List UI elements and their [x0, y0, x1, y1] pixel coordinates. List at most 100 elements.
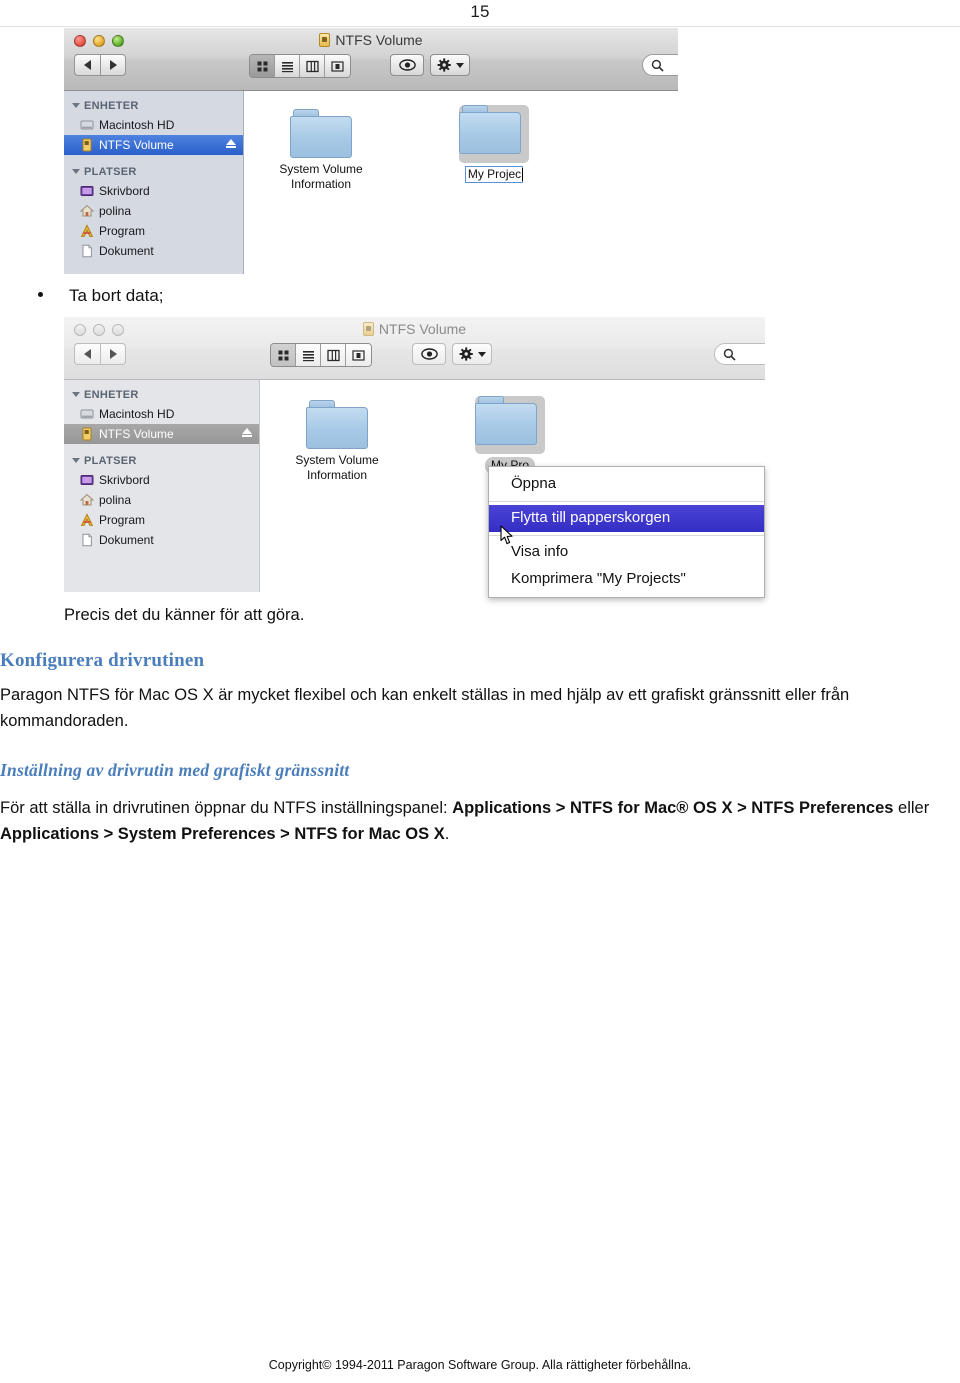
context-menu[interactable]: Öppna Flytta till papperskorgen Visa inf…: [488, 466, 765, 598]
chevron-down-icon: [477, 351, 486, 357]
bullet-text: Ta bort data;: [69, 286, 164, 305]
grid-icon: [257, 61, 267, 71]
rename-input[interactable]: My Projec: [464, 166, 524, 183]
disclosure-triangle-icon[interactable]: [72, 458, 80, 463]
heading-installning-av-drivrutin: Inställning av drivrutin med grafiskt gr…: [0, 760, 350, 780]
paragraph-line-1: Paragon NTFS för Mac OS X är mycket flex…: [0, 686, 850, 704]
finder-window-rename[interactable]: NTFS Volume ENHETER Macintosh HD NTFS Vo…: [64, 28, 678, 274]
context-menu-separator: [489, 501, 764, 502]
sidebar-group-enheter[interactable]: ENHETER: [64, 386, 259, 404]
file-item-my-projects[interactable]: My Projec: [439, 105, 549, 183]
sidebar-item-program[interactable]: Program: [64, 510, 259, 530]
forward-button[interactable]: [100, 54, 126, 76]
window-body: ENHETER Macintosh HD NTFS Volume PLATSER…: [64, 91, 678, 274]
view-mode-segmented-control[interactable]: [249, 54, 351, 78]
sidebar-item-label: Program: [99, 513, 146, 527]
documents-icon: [80, 533, 94, 547]
quicklook-button[interactable]: [390, 54, 424, 76]
window-titlebar[interactable]: NTFS Volume: [64, 317, 765, 380]
disclosure-triangle-icon[interactable]: [72, 169, 80, 174]
sidebar-item-polina[interactable]: polina: [64, 201, 243, 221]
context-menu-item-oppna[interactable]: Öppna: [489, 471, 764, 498]
sidebar[interactable]: ENHETER Macintosh HD NTFS Volume PLATSER…: [64, 380, 260, 592]
sidebar-item-polina[interactable]: polina: [64, 490, 259, 510]
folder-icon: [290, 109, 352, 159]
context-menu-separator: [489, 535, 764, 536]
paragraph-lead: För att ställa in drivrutinen öppnar du …: [0, 799, 448, 817]
grid-icon: [278, 350, 288, 360]
quicklook-button[interactable]: [412, 343, 446, 365]
sidebar-group-label: PLATSER: [84, 166, 137, 178]
sidebar-group-label: ENHETER: [84, 100, 139, 112]
context-menu-item-flytta-till-papperskorgen[interactable]: Flytta till papperskorgen: [489, 505, 764, 532]
sidebar-group-platser[interactable]: PLATSER: [64, 163, 243, 181]
coverflow-icon: [352, 349, 365, 361]
sidebar-item-skrivbord[interactable]: Skrivbord: [64, 181, 243, 201]
column-view-button[interactable]: [300, 55, 325, 77]
sidebar-group-platser[interactable]: PLATSER: [64, 452, 259, 470]
eject-icon[interactable]: [242, 428, 252, 437]
window-titlebar[interactable]: NTFS Volume: [64, 28, 678, 91]
bullet-item-ta-bort-data: Ta bort data;: [38, 286, 164, 306]
caption-precis-det: Precis det du känner för att göra.: [64, 602, 304, 628]
sidebar-item-label: Skrivbord: [99, 473, 150, 487]
page-number: 15: [470, 2, 490, 21]
file-grid[interactable]: System Volume Information My Projec: [244, 91, 678, 274]
list-view-button[interactable]: [296, 344, 321, 366]
documents-icon: [80, 244, 94, 258]
context-menu-item-komprimera[interactable]: Komprimera "My Projects": [489, 566, 764, 593]
navigation-buttons[interactable]: [74, 54, 126, 76]
disclosure-triangle-icon[interactable]: [72, 392, 80, 397]
icon-view-button[interactable]: [250, 55, 275, 77]
sidebar-item-label: Program: [99, 224, 146, 238]
ntfs-volume-icon: [319, 33, 331, 47]
path-applications-ntfs-preferences: Applications > NTFS for Mac® OS X > NTFS…: [452, 799, 894, 817]
file-item-system-volume-information[interactable]: System Volume Information: [266, 109, 376, 192]
column-view-button[interactable]: [321, 344, 346, 366]
list-view-button[interactable]: [275, 55, 300, 77]
forward-arrow-icon: [109, 60, 117, 70]
disclosure-triangle-icon[interactable]: [72, 103, 80, 108]
list-icon: [302, 350, 314, 361]
sidebar-item-macintosh-hd[interactable]: Macintosh HD: [64, 404, 259, 424]
sidebar[interactable]: ENHETER Macintosh HD NTFS Volume PLATSER…: [64, 91, 244, 274]
back-button[interactable]: [74, 343, 100, 365]
eye-icon: [398, 59, 416, 71]
search-icon: [723, 348, 736, 361]
sidebar-item-skrivbord[interactable]: Skrivbord: [64, 470, 259, 490]
sidebar-item-ntfs-volume[interactable]: NTFS Volume: [64, 135, 243, 155]
bullet-dot-icon: [38, 292, 43, 297]
sidebar-item-label: polina: [99, 493, 132, 507]
search-input[interactable]: [714, 343, 765, 365]
chevron-down-icon: [455, 62, 464, 68]
sidebar-item-dokument[interactable]: Dokument: [64, 241, 243, 261]
eject-icon[interactable]: [226, 139, 236, 148]
ntfs-volume-icon: [80, 427, 94, 441]
coverflow-view-button[interactable]: [325, 55, 350, 77]
desktop-icon: [80, 473, 94, 487]
file-item-system-volume-information[interactable]: System Volume Information: [282, 400, 392, 483]
view-mode-segmented-control[interactable]: [270, 343, 372, 367]
sidebar-item-dokument[interactable]: Dokument: [64, 530, 259, 550]
navigation-buttons[interactable]: [74, 343, 126, 365]
coverflow-view-button[interactable]: [346, 344, 371, 366]
sidebar-item-program[interactable]: Program: [64, 221, 243, 241]
sidebar-item-label: Dokument: [99, 533, 154, 547]
forward-arrow-icon: [109, 349, 117, 359]
back-arrow-icon: [84, 349, 91, 359]
sidebar-group-enheter[interactable]: ENHETER: [64, 97, 243, 115]
search-input[interactable]: [642, 54, 678, 76]
home-icon: [79, 204, 95, 218]
action-menu-button[interactable]: [430, 54, 470, 76]
back-button[interactable]: [74, 54, 100, 76]
search-icon: [651, 59, 664, 72]
file-item-my-projects[interactable]: My Pro: [455, 396, 565, 474]
action-menu-button[interactable]: [452, 343, 492, 365]
context-menu-item-visa-info[interactable]: Visa info: [489, 539, 764, 566]
icon-view-button[interactable]: [271, 344, 296, 366]
forward-button[interactable]: [100, 343, 126, 365]
sidebar-item-ntfs-volume[interactable]: NTFS Volume: [64, 424, 259, 444]
paragraph-installning: För att ställa in drivrutinen öppnar du …: [0, 795, 955, 847]
harddisk-icon: [80, 407, 94, 421]
sidebar-item-macintosh-hd[interactable]: Macintosh HD: [64, 115, 243, 135]
